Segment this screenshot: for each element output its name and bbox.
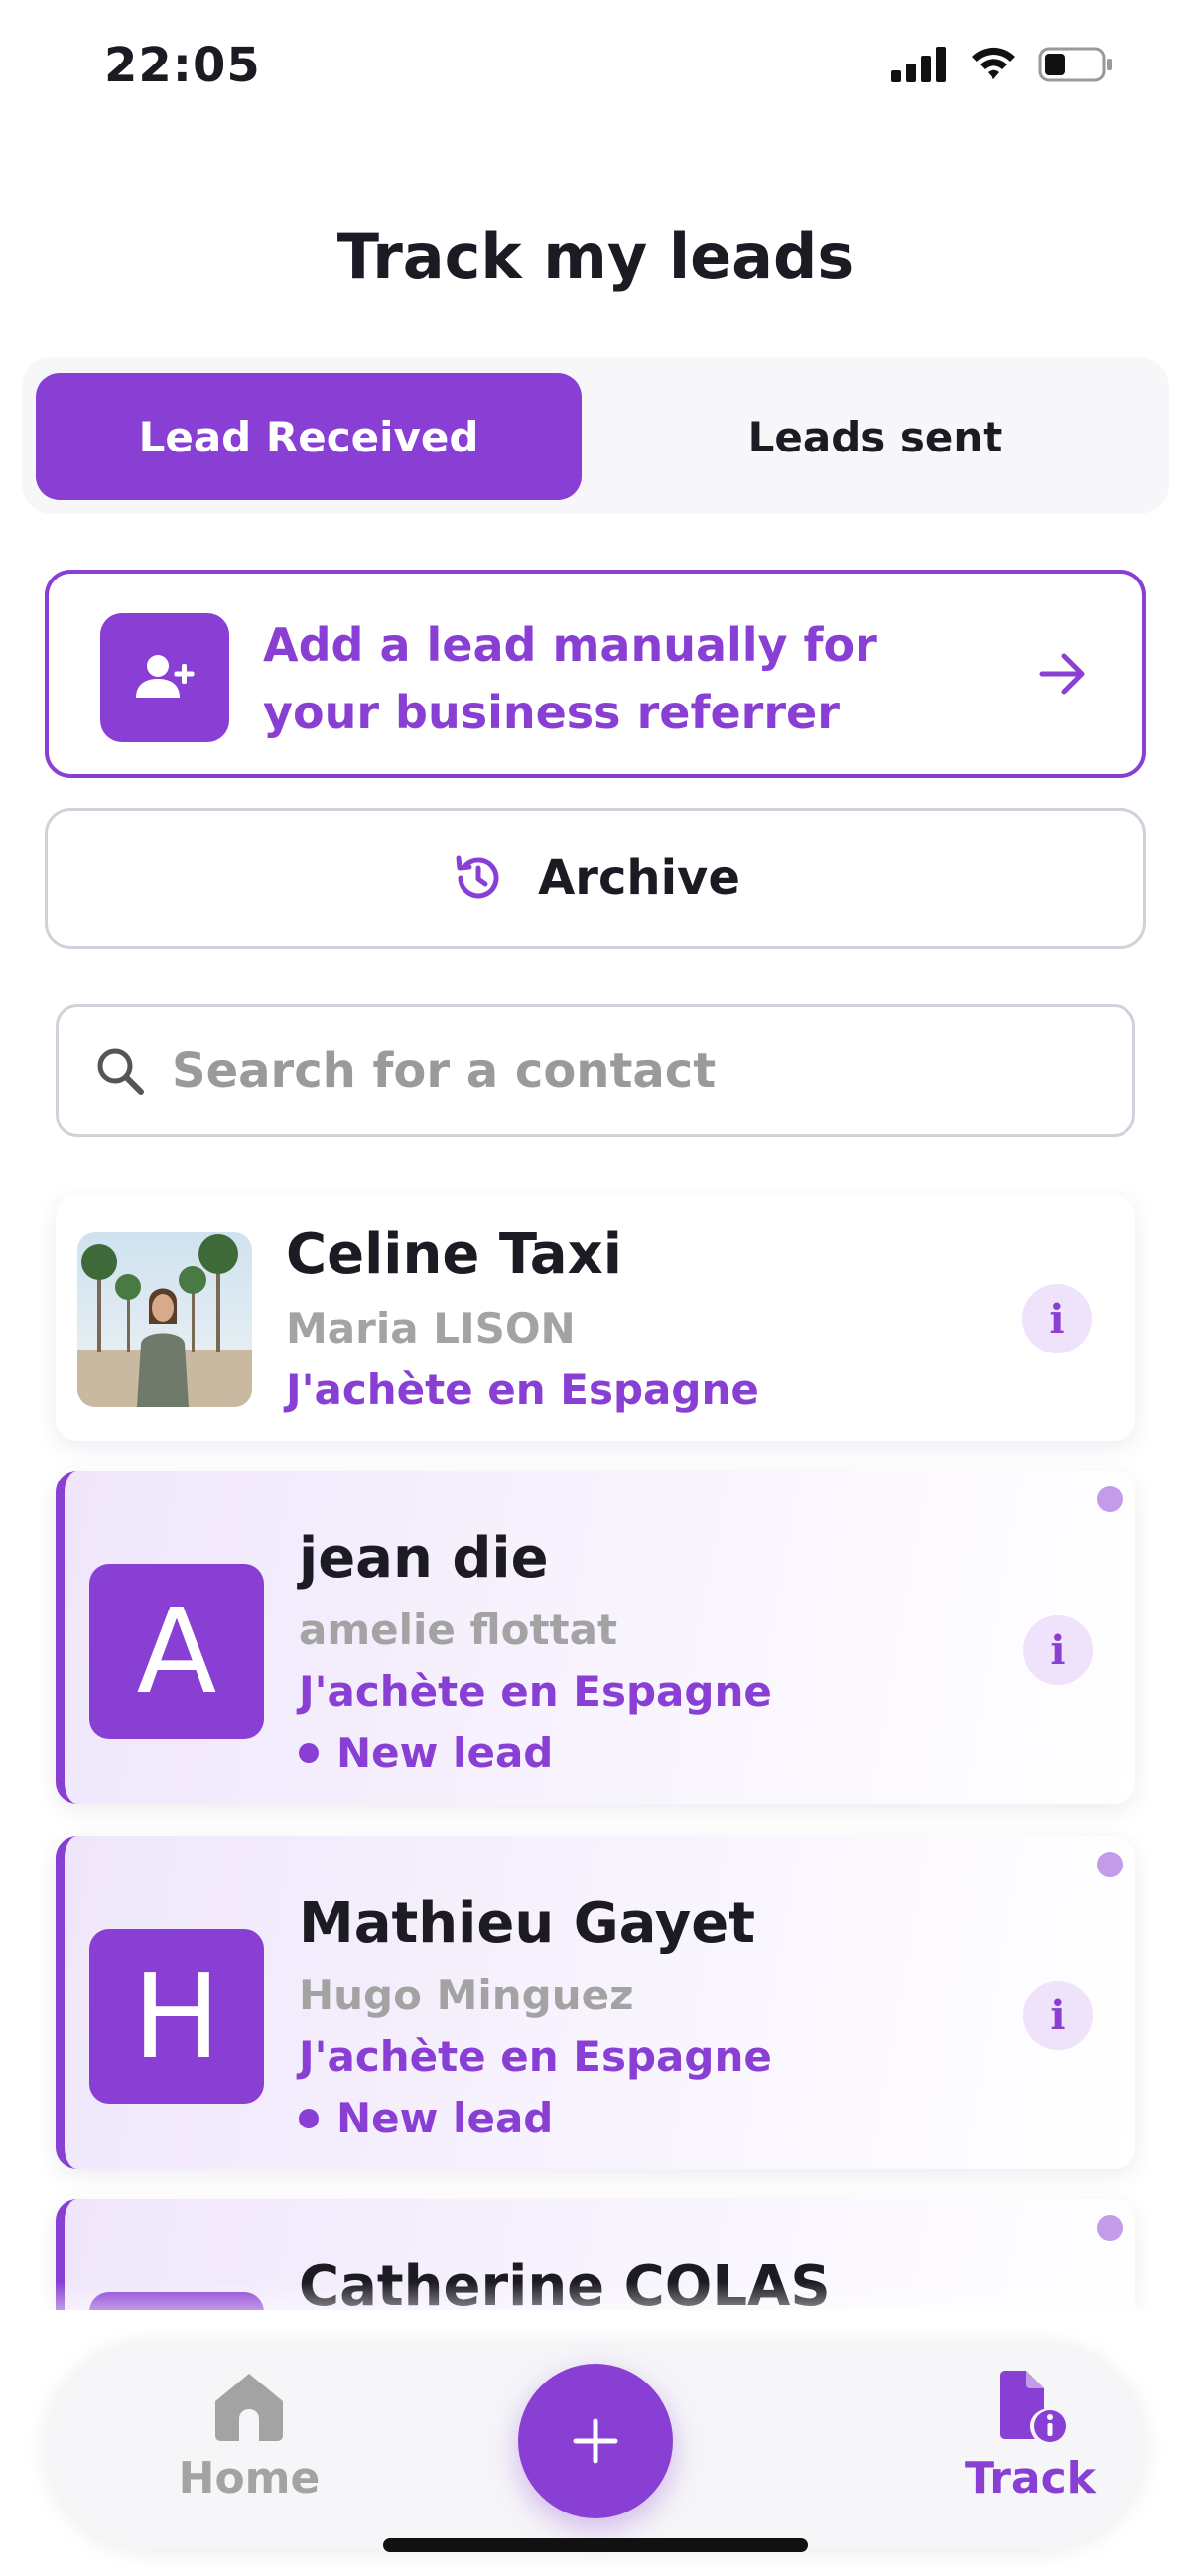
lead-name: Mathieu Gayet — [299, 1891, 755, 1956]
lead-name: Celine Taxi — [286, 1223, 622, 1287]
lead-status-label: New lead — [336, 1729, 554, 1777]
lead-card[interactable]: Celine Taxi Maria LISON J'achète en Espa… — [56, 1195, 1135, 1441]
lead-status: New lead — [299, 1729, 553, 1777]
signal-icon — [891, 47, 946, 82]
nav-home[interactable]: Home — [135, 2370, 363, 2504]
info-button[interactable]: i — [1023, 1615, 1093, 1685]
lead-referrer: amelie flottat — [299, 1606, 618, 1654]
lead-status: New lead — [299, 2094, 553, 2142]
unread-indicator — [1097, 1852, 1123, 1877]
status-dot — [299, 1742, 319, 1763]
search-field — [56, 1004, 1135, 1137]
add-lead-label: Add a lead manually for your business re… — [263, 618, 877, 739]
unread-indicator — [1097, 2215, 1123, 2241]
lead-status-label: New lead — [336, 2094, 554, 2142]
lead-referrer: Hugo Minguez — [299, 1971, 634, 2019]
status-icons — [891, 46, 1114, 83]
home-icon — [215, 2374, 283, 2441]
search-input[interactable] — [172, 1043, 1065, 1098]
lead-referrer: Maria LISON — [286, 1304, 576, 1352]
lead-card[interactable]: A jean die amelie flottat J'achète en Es… — [56, 1471, 1135, 1804]
battery-icon — [1038, 47, 1112, 82]
lead-card[interactable]: H Mathieu Gayet Hugo Minguez J'achète en… — [56, 1836, 1135, 2169]
lead-program: J'achète en Espagne — [286, 1365, 759, 1414]
lead-program: J'achète en Espagne — [299, 2032, 772, 2081]
search-icon — [97, 1048, 144, 1095]
avatar — [77, 1232, 252, 1407]
archive-label: Archive — [538, 850, 740, 906]
avatar: A — [89, 1564, 264, 1739]
tab-lead-received[interactable]: Lead Received — [36, 373, 582, 500]
unread-indicator — [1097, 1486, 1123, 1512]
nav-track[interactable]: Track — [911, 2370, 1149, 2504]
tab-leads-sent[interactable]: Leads sent — [596, 373, 1155, 500]
lead-tabs: Lead Received Leads sent — [22, 357, 1169, 514]
add-lead-manually-button[interactable]: Add a lead manually for your business re… — [45, 570, 1146, 778]
home-indicator — [383, 2538, 808, 2552]
lead-name: jean die — [299, 1526, 549, 1591]
wifi-icon — [972, 47, 1015, 79]
add-button[interactable] — [518, 2364, 673, 2518]
plus-icon — [573, 2418, 618, 2464]
info-button[interactable]: i — [1022, 1284, 1092, 1353]
status-dot — [299, 2108, 319, 2128]
archive-button[interactable]: Archive — [45, 808, 1146, 949]
status-time: 22:05 — [104, 38, 261, 93]
document-info-icon — [1000, 2371, 1066, 2442]
avatar: H — [89, 1929, 264, 2104]
history-icon — [456, 855, 499, 899]
arrow-right-icon — [1039, 653, 1085, 695]
page-title: Track my leads — [336, 220, 855, 293]
nav-home-label: Home — [178, 2453, 321, 2504]
nav-track-label: Track — [965, 2453, 1096, 2504]
info-button[interactable]: i — [1023, 1981, 1093, 2050]
user-plus-icon — [100, 613, 229, 742]
lead-program: J'achète en Espagne — [299, 1667, 772, 1716]
